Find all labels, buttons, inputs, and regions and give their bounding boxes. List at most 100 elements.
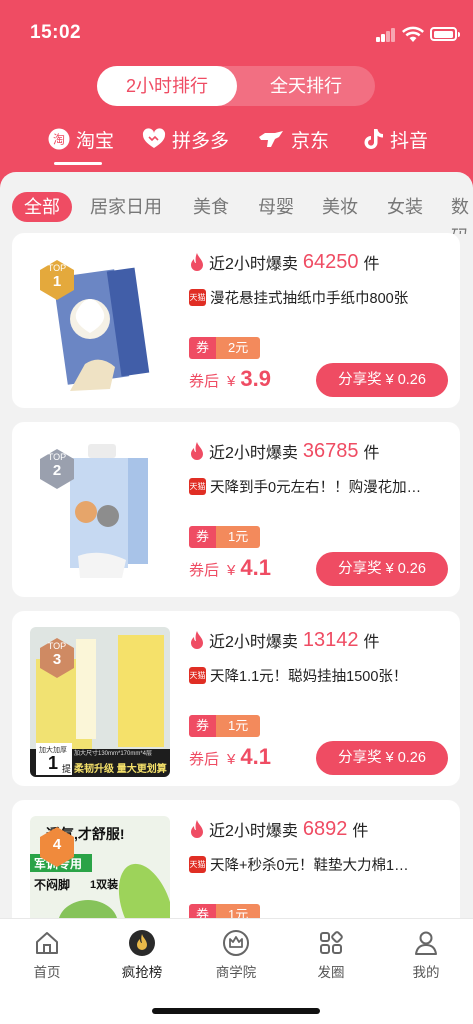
- ranking-period-toggle: 2小时排行 全天排行: [97, 66, 375, 106]
- coupon-label: 券: [189, 526, 217, 548]
- sales-prefix: 近2小时爆卖: [209, 445, 298, 462]
- rank-number: 3: [52, 651, 62, 668]
- sales-count: 36785: [302, 439, 359, 462]
- image-text-size: 加大尺寸130mm*170mm*4层: [74, 751, 153, 757]
- tab-moments[interactable]: 发圈: [296, 929, 366, 981]
- share-reward-button[interactable]: 分享奖 ¥ 0.26: [316, 741, 448, 775]
- category-digital[interactable]: 数码: [451, 192, 473, 234]
- sales-line: 近2小时爆卖 36785 件: [189, 438, 380, 464]
- price-after-coupon: 券后 ¥ 4.1: [189, 744, 271, 774]
- after-coupon-label: 券后: [189, 751, 220, 768]
- sales-prefix: 近2小时爆卖: [209, 823, 298, 840]
- home-indicator: [152, 1008, 320, 1014]
- platform-tab-label: 京东: [291, 130, 330, 152]
- share-reward-button[interactable]: 分享奖 ¥ 0.26: [316, 363, 448, 397]
- product-card[interactable]: TOP 1 近2小时爆卖 64250 件 天猫 漫花悬挂式抽纸巾手纸巾800张 …: [12, 233, 460, 408]
- category-tabs: 全部 居家日用 美食 母婴 美妆 女装 数码: [0, 172, 473, 234]
- category-baby[interactable]: 母婴: [258, 192, 294, 222]
- coupon-label: 券: [189, 337, 217, 359]
- product-card[interactable]: TOP 2 近2小时爆卖 36785 件 天猫 天降到手0元左右！！购漫花加… …: [12, 422, 460, 597]
- coupon-tag: 券 1元: [189, 715, 261, 737]
- sales-count: 13142: [302, 628, 359, 651]
- platform-tab-indicator: [54, 162, 102, 165]
- product-title: 漫花悬挂式抽纸巾手纸巾800张: [210, 290, 409, 307]
- rank-number: 2: [52, 462, 62, 479]
- currency-symbol: ¥: [227, 373, 236, 390]
- jd-dog-icon: [259, 131, 283, 147]
- category-food[interactable]: 美食: [193, 192, 229, 222]
- coupon-value: 1元: [216, 715, 261, 737]
- product-card[interactable]: 加大加厚 1 提 加大尺寸130mm*170mm*4层 柔韧升级 量大更划算 T…: [12, 611, 460, 786]
- home-icon: [36, 932, 58, 954]
- price-value: 4.1: [240, 555, 271, 580]
- tab-profile[interactable]: 我的: [391, 929, 461, 981]
- status-time: 15:02: [30, 22, 82, 43]
- after-coupon-label: 券后: [189, 373, 220, 390]
- tab-home[interactable]: 首页: [12, 929, 82, 981]
- platform-tab-jd[interactable]: 京东: [257, 124, 329, 154]
- fire-icon: [191, 820, 203, 838]
- status-bar: 15:02: [0, 0, 473, 60]
- coupon-tag: 券 2元: [189, 337, 261, 359]
- toggle-2h-ranking[interactable]: 2小时排行: [97, 66, 237, 106]
- tmall-icon: 天猫: [189, 855, 206, 873]
- share-reward-button[interactable]: 分享奖 ¥ 0.26: [316, 552, 448, 586]
- tab-ranking[interactable]: 疯抢榜: [107, 929, 177, 981]
- product-title-line: 天猫 天降到手0元左右！！购漫花加…: [189, 474, 451, 498]
- product-card[interactable]: 透气,才舒服! 军训专用 不闷脚 1双装 4 近2小时爆卖 6892 件 天猫 …: [12, 800, 460, 930]
- image-text-pair: 1双装: [90, 879, 119, 891]
- product-image: 透气,才舒服! 军训专用 不闷脚 1双装 4: [30, 816, 170, 930]
- tab-academy[interactable]: 商学院: [201, 929, 271, 981]
- taobao-icon: 淘: [48, 128, 70, 150]
- platform-tab-label: 淘宝: [76, 130, 115, 152]
- image-text-slogan: 柔韧升级 量大更划算: [74, 764, 167, 775]
- crown-icon: [223, 930, 249, 956]
- rank-top-label: TOP: [47, 641, 67, 651]
- price-value: 3.9: [240, 366, 271, 391]
- platform-tab-taobao[interactable]: 淘 淘宝: [48, 124, 114, 154]
- category-home[interactable]: 居家日用: [90, 192, 162, 222]
- coupon-label: 券: [189, 715, 217, 737]
- sales-line: 近2小时爆卖 64250 件: [189, 249, 380, 275]
- sales-unit: 件: [363, 634, 380, 651]
- fire-icon: [191, 253, 203, 271]
- platform-tab-douyin[interactable]: 抖音: [364, 124, 428, 154]
- platform-tab-pinduoduo[interactable]: 拼多多: [142, 124, 229, 154]
- product-image: TOP 1: [30, 249, 170, 399]
- coupon-value: 1元: [216, 526, 261, 548]
- rank-top-label: TOP: [47, 263, 67, 273]
- product-image: 加大加厚 1 提 加大尺寸130mm*170mm*4层 柔韧升级 量大更划算 T…: [30, 627, 170, 777]
- product-title-line: 天猫 漫花悬挂式抽纸巾手纸巾800张: [189, 285, 451, 309]
- cellular-signal-icon: [376, 28, 398, 42]
- toggle-all-day-ranking[interactable]: 全天排行: [237, 66, 375, 106]
- rank-number: 4: [52, 836, 62, 853]
- douyin-icon: [364, 129, 383, 149]
- sales-prefix: 近2小时爆卖: [209, 256, 298, 273]
- after-coupon-label: 券后: [189, 562, 220, 579]
- price-after-coupon: 券后 ¥ 4.1: [189, 555, 271, 585]
- tab-label: 疯抢榜: [121, 965, 163, 980]
- product-title: 天降到手0元左右！！购漫花加…: [210, 479, 422, 496]
- category-all[interactable]: 全部: [12, 192, 72, 222]
- price-after-coupon: 券后 ¥ 3.9: [189, 366, 271, 396]
- price-value: 4.1: [240, 744, 271, 769]
- currency-symbol: ¥: [227, 751, 236, 768]
- coupon-value: 2元: [216, 337, 261, 359]
- rank-number: 1: [52, 273, 62, 290]
- tmall-icon: 天猫: [189, 288, 206, 306]
- platform-tab-label: 抖音: [390, 130, 429, 152]
- currency-symbol: ¥: [227, 562, 236, 579]
- battery-icon: [430, 27, 460, 41]
- platform-tabs: 淘 淘宝 拼多多 京东 抖音: [0, 118, 473, 168]
- sales-unit: 件: [363, 445, 380, 462]
- sales-line: 近2小时爆卖 6892 件: [189, 816, 368, 842]
- user-icon: [415, 931, 437, 955]
- svg-text:淘: 淘: [53, 133, 65, 147]
- coupon-tag: 券 1元: [189, 526, 261, 548]
- fire-icon: [191, 631, 203, 649]
- tab-label: 首页: [33, 965, 61, 980]
- image-text-not-stuffy: 不闷脚: [34, 878, 71, 892]
- category-beauty[interactable]: 美妆: [322, 192, 358, 222]
- category-women[interactable]: 女装: [387, 192, 423, 222]
- pinduoduo-icon: [142, 128, 166, 148]
